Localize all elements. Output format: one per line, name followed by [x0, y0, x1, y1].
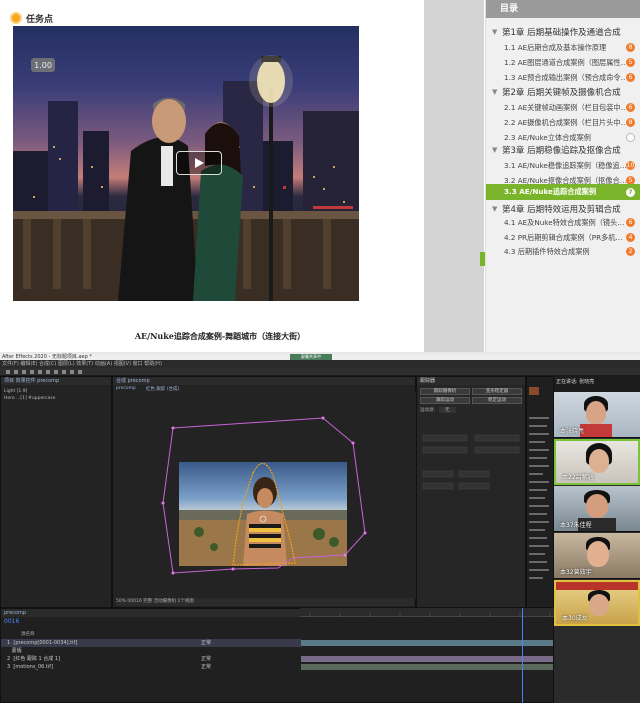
task-point-icon [10, 12, 22, 24]
participant-name: 本30成龙 [562, 615, 588, 622]
toc-item[interactable]: 1.1 AE后期合成及基本操作原理 8 [486, 40, 640, 55]
timeline-panel: precomp 0016 源名称 1 [precomp[0001-0034].t… [0, 608, 554, 703]
meeting-header: 正在讲话: 张晓亮 [554, 376, 640, 392]
after-effects-window: After Effects 2020 - 无标题项目.aep * 屏幕共享中 文… [0, 354, 640, 703]
toc-chapter[interactable]: ▼ 第1章 后期基础操作及通道合成 [492, 24, 640, 40]
effects-list [529, 387, 549, 579]
layer-row[interactable]: 2 [红色 跟踪 1 合成 1] 正常 [1, 655, 301, 663]
video-caption: AE/Nuke追踪合成案例-舞蹈城市（连接大街） [134, 331, 306, 341]
toc-chapter[interactable]: ▼ 第3章 后期稳像追踪及抠像合成 [492, 142, 640, 158]
project-line: Light [1.9] [4, 389, 28, 394]
task-count-badge: 6 [626, 218, 635, 227]
motion-source-label: 运动源: [420, 408, 436, 413]
tracker-panel: 跟踪器 跟踪摄像机 变形稳定器 跟踪运动 稳定运动 运动源: 无 [416, 376, 526, 608]
task-status-circle [626, 133, 635, 142]
viewer-footer[interactable]: 50% 00016 完整 活动摄像机 1个视图 [116, 598, 414, 606]
toc-title: 目录 [486, 0, 640, 18]
project-line: Hero ...[1] #uppercase [4, 396, 56, 401]
composition-panel: 合成 precomp precomp 红色 跟踪 (合成) 50% 00016 … [112, 376, 417, 608]
video-player[interactable]: 1.00 [13, 26, 359, 301]
lesson-page: 任务点 1.00 AE/Nuke追踪合成案例-舞蹈城市（连接大街） 目录 ▼ 第… [0, 0, 640, 352]
task-count-badge: 5 [626, 58, 635, 67]
layer-row[interactable]: 1 [precomp[0001-0034].tif] 正常 [1, 639, 301, 647]
toc-item[interactable]: 4.2 PR后期剪辑合成案例（PR多机… 4 [486, 230, 640, 245]
task-count-badge: 8 [626, 118, 635, 127]
chevron-down-icon: ▼ [492, 88, 498, 96]
task-count-badge: 2 [626, 247, 635, 256]
participant-tile[interactable]: 本32曾效宇 [554, 533, 640, 579]
toc-item[interactable]: 4.1 AE及Nuke特效合成案例（镜头… 6 [486, 215, 640, 230]
comp-label[interactable]: precomp [116, 386, 136, 392]
tracker-tab[interactable]: 跟踪器 [417, 377, 525, 385]
participant-name: 本37朱佳程 [560, 522, 592, 529]
task-count-badge: 4 [626, 233, 635, 242]
toc-item[interactable]: 3.1 AE/Nuke稳像追踪案例（稳像追… 10 [486, 158, 640, 173]
participant-name: 本32曾效宇 [560, 569, 592, 576]
layer-row[interactable]: 3 [motions_06.tif] 正常 [1, 663, 301, 671]
layer-bar[interactable] [301, 664, 553, 670]
playback-speed-badge[interactable]: 1.00 [31, 58, 55, 72]
warp-stabilizer-button[interactable]: 变形稳定器 [472, 388, 522, 395]
time-ruler[interactable] [300, 608, 554, 617]
track-motion-button[interactable]: 跟踪运动 [420, 397, 470, 404]
task-count-badge: 7 [626, 187, 635, 197]
layer-bar[interactable] [301, 656, 553, 662]
task-count-badge: 6 [626, 103, 635, 112]
toolbar[interactable] [0, 368, 640, 376]
toc-item[interactable]: 1.3 AE预合成输出案例（预合成命令… 6 [486, 70, 640, 85]
tracker-controls [422, 434, 520, 490]
stabilize-motion-button[interactable]: 稳定运动 [472, 397, 522, 404]
chevron-down-icon: ▼ [492, 146, 498, 154]
participant-name: 本张晓亮 [560, 428, 585, 435]
layer-row-mask[interactable]: 蒙版 [1, 647, 301, 655]
toc-item[interactable]: 4.3 后期插件特效合成案例 2 [486, 244, 640, 259]
task-count-badge: 6 [626, 73, 635, 82]
toc-chapter[interactable]: ▼ 第2章 后期关键帧及摄像机合成 [492, 84, 640, 100]
project-panel: 项目 效果控件 precomp Light [1.9] Hero ...[1] … [0, 376, 112, 608]
track-camera-button[interactable]: 跟踪摄像机 [420, 388, 470, 395]
table-of-contents: 目录 ▼ 第1章 后期基础操作及通道合成 1.1 AE后期合成及基本操作原理 8 1… [485, 0, 640, 352]
participant-name: 本22吕紫涵 [562, 474, 594, 481]
playhead[interactable] [522, 608, 523, 703]
participant-tile[interactable]: 本张晓亮 [554, 392, 640, 438]
timecode[interactable]: 0016 [4, 618, 19, 625]
toc-item-active[interactable]: 3.3 AE/Nuke追踪合成案例 7 [486, 184, 640, 200]
layer-bar[interactable] [301, 640, 553, 646]
ruler-ticks [309, 613, 551, 617]
composition-viewer[interactable] [113, 393, 417, 599]
menu-bar[interactable]: 文件(F) 编辑(E) 合成(C) 图层(L) 效果(T) 动画(A) 视图(V… [0, 360, 640, 368]
composition-tab[interactable]: 合成 precomp [113, 377, 415, 385]
toc-item[interactable]: 2.1 AE关键帧动画案例（栏目包装中… 6 [486, 100, 640, 115]
page-gutter [424, 0, 484, 352]
layer-name-header: 源名称 [21, 632, 35, 637]
tool-icons [6, 370, 82, 374]
mask-path[interactable] [113, 393, 417, 599]
timeline-tab[interactable]: precomp [1, 609, 301, 617]
task-count-badge: 8 [626, 43, 635, 52]
project-panel-tab[interactable]: 项目 效果控件 precomp [1, 377, 111, 385]
toc-item[interactable]: 1.2 AE图层通道合成案例（图层属性… 5 [486, 55, 640, 70]
participant-tile[interactable]: 本30成龙 [554, 580, 640, 626]
play-button[interactable] [176, 151, 222, 175]
play-icon [195, 158, 204, 168]
motion-source-select[interactable]: 无 [439, 407, 456, 413]
chevron-down-icon: ▼ [492, 205, 498, 213]
participant-gallery: 本张晓亮 本22吕紫涵 本37朱佳程 本32曾效宇 本30成龙 [554, 392, 640, 703]
effects-presets-panel [526, 376, 554, 608]
participant-tile[interactable]: 本37朱佳程 [554, 486, 640, 532]
participant-tile-speaking[interactable]: 本22吕紫涵 [554, 439, 640, 485]
task-count-badge: 10 [626, 161, 635, 170]
task-point-label: 任务点 [10, 9, 70, 27]
speaker-indicator: 正在讲话: 张晓亮 [556, 379, 595, 385]
comp-sublabel: 红色 跟踪 (合成) [145, 387, 180, 392]
toc-item[interactable]: 2.2 AE摄像机合成案例（栏目片头中… 8 [486, 115, 640, 130]
chevron-down-icon: ▼ [492, 28, 498, 36]
